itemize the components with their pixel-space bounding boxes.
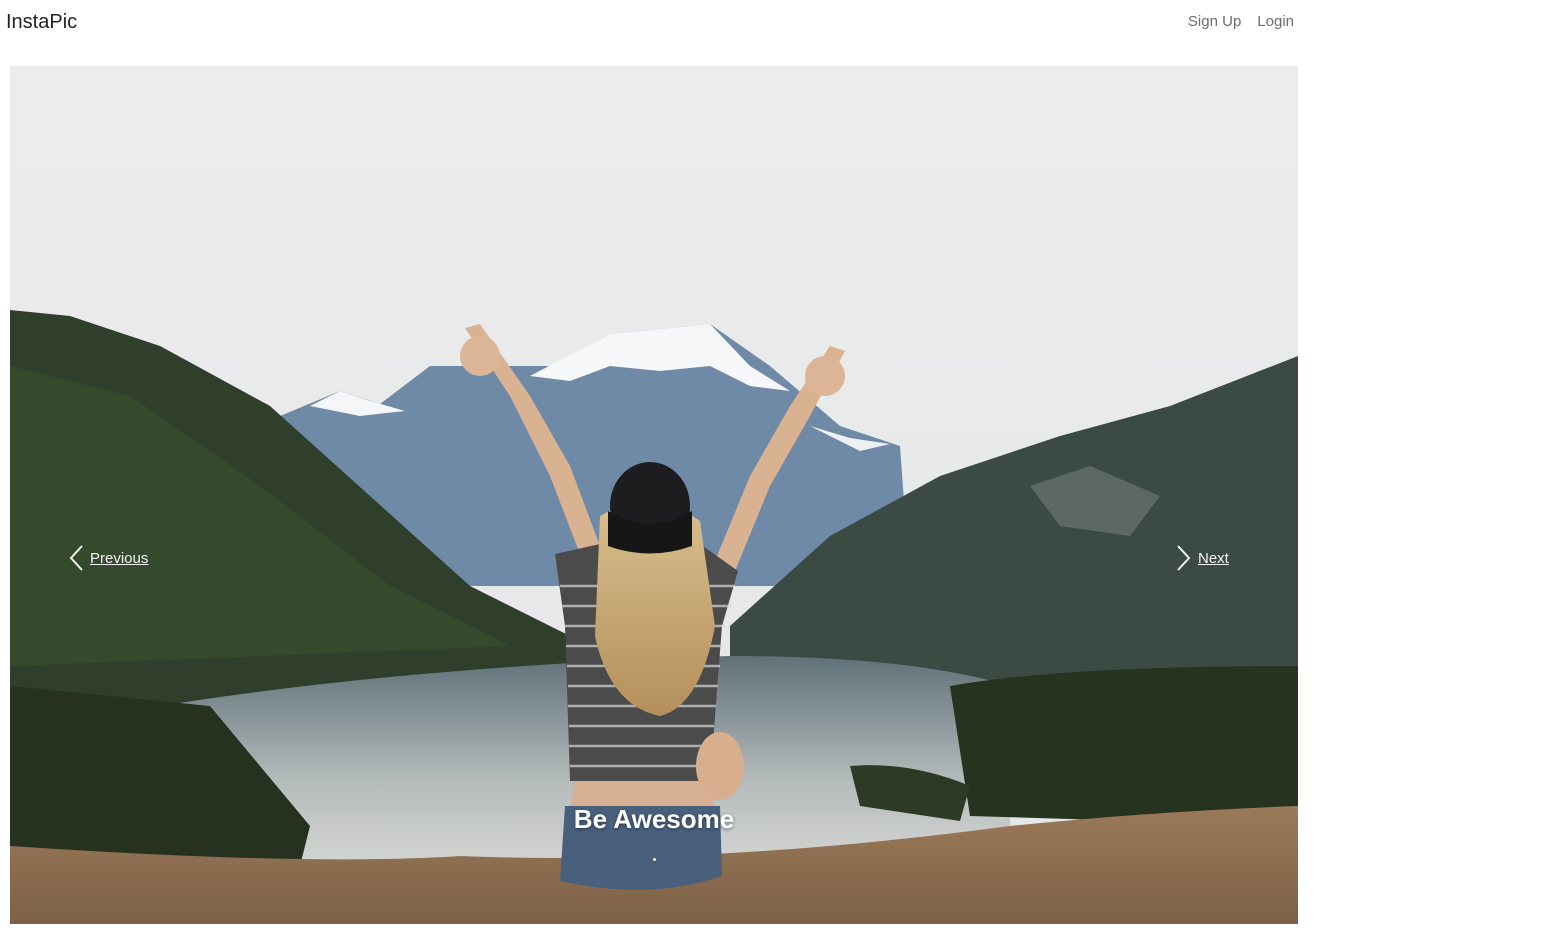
slide-image (10, 66, 1298, 924)
carousel-indicator-active[interactable] (652, 858, 656, 861)
carousel-indicators (10, 858, 1298, 861)
chevron-left-icon (69, 545, 83, 571)
carousel-slide (10, 66, 1298, 924)
image-carousel: Previous Next Be Awesome (10, 66, 1298, 924)
prev-label: Previous (90, 549, 149, 567)
carousel-prev-button[interactable]: Previous (68, 544, 148, 572)
carousel-caption: Be Awesome (573, 804, 735, 834)
chevron-right-icon (1177, 545, 1191, 571)
carousel-next-button[interactable]: Next (1176, 544, 1229, 572)
next-label: Next (1198, 549, 1229, 567)
login-link[interactable]: Login (1257, 13, 1294, 30)
top-navbar: InstaPic Sign Up Login (0, 0, 1300, 46)
nav-links: Sign Up Login (1188, 13, 1294, 30)
signup-link[interactable]: Sign Up (1188, 13, 1241, 30)
brand-logo[interactable]: InstaPic (6, 11, 77, 34)
